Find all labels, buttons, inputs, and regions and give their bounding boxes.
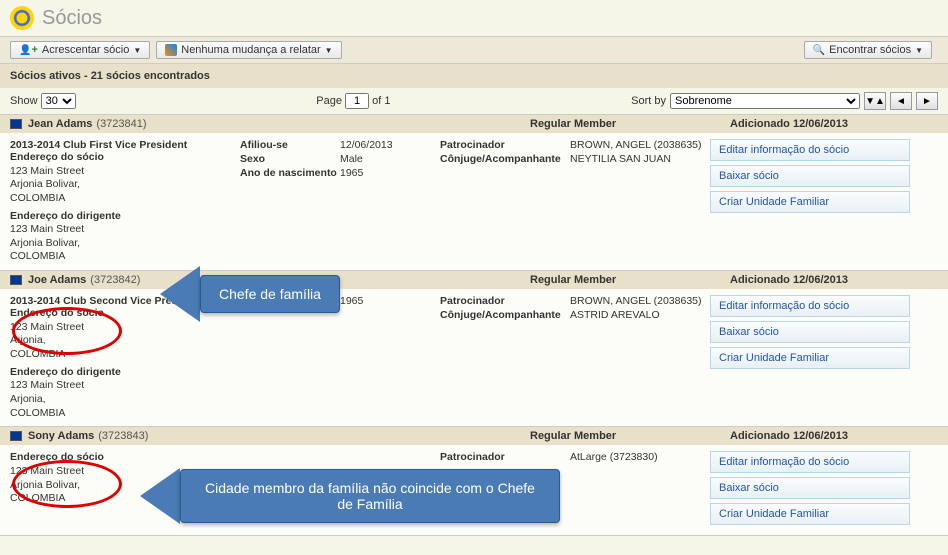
edit-member-button[interactable]: Editar informação do sócio <box>710 295 910 317</box>
addr-line: COLOMBIA <box>10 192 240 206</box>
member-role: 2013-2014 Club First Vice President <box>10 139 240 151</box>
addr-line: Arjonia Bolivar, <box>10 178 240 192</box>
report-no-change-button[interactable]: Nenhuma mudança a relatar ▼ <box>156 41 341 59</box>
sponsor-label: Patrocinador <box>440 295 570 307</box>
addr-line: COLOMBIA <box>10 348 240 362</box>
show-select[interactable]: 30 <box>41 93 76 109</box>
expand-icon[interactable] <box>10 275 22 285</box>
member-id: (3723843) <box>98 430 148 442</box>
member-type: Regular Member <box>530 118 616 130</box>
member-type: Regular Member <box>530 430 616 442</box>
member-row: Jean Adams (3723841) Regular Member Adic… <box>0 115 948 271</box>
drop-member-button[interactable]: Baixar sócio <box>710 165 910 187</box>
addr-line: 123 Main Street <box>10 165 240 179</box>
member-name[interactable]: Sony Adams <box>28 430 94 442</box>
caret-down-icon: ▼ <box>325 46 333 55</box>
addr-officer-label: Endereço do dirigente <box>10 210 240 224</box>
caret-down-icon: ▼ <box>915 46 923 55</box>
create-family-button[interactable]: Criar Unidade Familiar <box>710 503 910 525</box>
page-label: Page <box>316 95 342 107</box>
create-family-button[interactable]: Criar Unidade Familiar <box>710 191 910 213</box>
birth-value: 1965 <box>340 167 363 179</box>
prev-page-button[interactable]: ◄ <box>890 92 912 110</box>
spouse-label: Cônjuge/Acompanhante <box>440 309 570 321</box>
member-name[interactable]: Jean Adams <box>28 118 92 130</box>
lions-logo-icon <box>10 6 34 30</box>
addr-line: 123 Main Street <box>10 321 240 335</box>
member-added: Adicionado 12/06/2013 <box>730 274 848 286</box>
page-title: Sócios <box>42 7 102 30</box>
next-page-button[interactable]: ► <box>916 92 938 110</box>
sponsor-label: Patrocinador <box>440 139 570 151</box>
sponsor-value: BROWN, ANGEL (2038635) <box>570 295 702 307</box>
spouse-label: Cônjuge/Acompanhante <box>440 153 570 165</box>
add-member-label: Acrescentar sócio <box>42 44 129 56</box>
annotation-arrow-2: Cidade membro da família não coincide co… <box>140 468 560 524</box>
edit-member-button[interactable]: Editar informação do sócio <box>710 451 910 473</box>
show-label: Show <box>10 95 38 107</box>
report-icon <box>165 44 177 56</box>
search-icon <box>813 44 825 56</box>
addr-line: Arjonia Bolivar, <box>10 237 240 251</box>
spouse-value: NEYTILIA SAN JUAN <box>570 153 671 165</box>
sponsor-value: BROWN, ANGEL (2038635) <box>570 139 702 151</box>
create-family-button[interactable]: Criar Unidade Familiar <box>710 347 910 369</box>
page-of: of 1 <box>372 95 390 107</box>
sex-value: Male <box>340 153 363 165</box>
addr-member-label: Endereço do sócio <box>10 451 240 465</box>
addr-line: COLOMBIA <box>10 250 240 264</box>
addr-line: 123 Main Street <box>10 223 240 237</box>
spouse-value: ASTRID AREVALO <box>570 309 660 321</box>
affiliated-label: Afiliou-se <box>240 139 340 151</box>
sort-direction-button[interactable]: ▼▲ <box>864 92 886 110</box>
sponsor-label: Patrocinador <box>440 451 570 463</box>
sort-select[interactable]: Sobrenome <box>670 93 860 109</box>
find-label: Encontrar sócios <box>829 44 911 56</box>
add-user-icon: + <box>19 44 38 56</box>
addr-member-label: Endereço do sócio <box>10 151 240 165</box>
addr-line: COLOMBIA <box>10 407 240 421</box>
addr-line: Arjonia, <box>10 393 240 407</box>
drop-member-button[interactable]: Baixar sócio <box>710 477 910 499</box>
birth-value: 1965 <box>340 295 363 307</box>
add-member-button[interactable]: + Acrescentar sócio ▼ <box>10 41 150 59</box>
member-row: Joe Adams (3723842) Regular Member Adici… <box>0 271 948 427</box>
addr-officer-label: Endereço do dirigente <box>10 366 240 380</box>
member-id: (3723841) <box>96 118 146 130</box>
find-members-button[interactable]: Encontrar sócios ▼ <box>804 41 932 59</box>
sponsor-value: AtLarge (3723830) <box>570 451 658 463</box>
results-summary: Sócios ativos - 21 sócios encontrados <box>0 64 948 88</box>
expand-icon[interactable] <box>10 431 22 441</box>
caret-down-icon: ▼ <box>133 46 141 55</box>
birth-label: Ano de nascimento <box>240 167 340 179</box>
affiliated-value: 12/06/2013 <box>340 139 393 151</box>
member-added: Adicionado 12/06/2013 <box>730 430 848 442</box>
annotation-arrow-1: Chefe de família <box>160 266 340 322</box>
addr-line: Arjonia, <box>10 334 240 348</box>
edit-member-button[interactable]: Editar informação do sócio <box>710 139 910 161</box>
drop-member-button[interactable]: Baixar sócio <box>710 321 910 343</box>
sex-label: Sexo <box>240 153 340 165</box>
member-id: (3723842) <box>90 274 140 286</box>
member-type: Regular Member <box>530 274 616 286</box>
sort-label: Sort by <box>631 95 666 107</box>
member-name[interactable]: Joe Adams <box>28 274 86 286</box>
report-label: Nenhuma mudança a relatar <box>181 44 320 56</box>
addr-line: 123 Main Street <box>10 379 240 393</box>
expand-icon[interactable] <box>10 119 22 129</box>
page-input[interactable] <box>345 93 369 109</box>
member-added: Adicionado 12/06/2013 <box>730 118 848 130</box>
